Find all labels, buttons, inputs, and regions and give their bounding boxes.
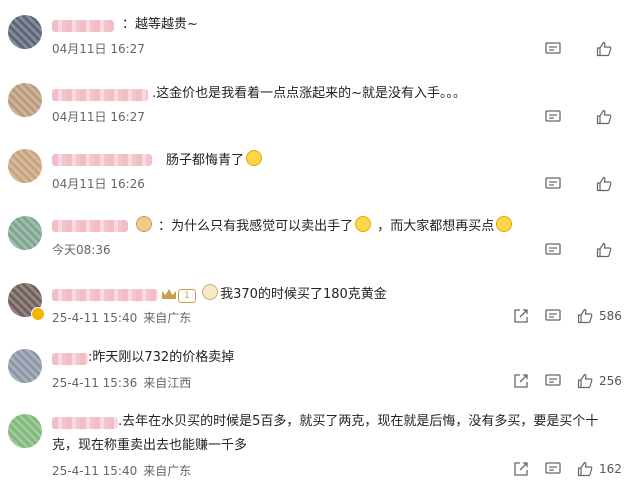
reply-button[interactable] <box>545 42 561 56</box>
smile-emoji-icon <box>355 216 372 232</box>
comment-meta: 今天08:36 <box>52 241 111 258</box>
thumbs-up-icon <box>596 41 612 57</box>
comment-meta: 04月11日 16:27 <box>52 40 145 57</box>
reply-button[interactable] <box>545 309 561 323</box>
avatar[interactable] <box>8 149 42 183</box>
username-blurred[interactable] <box>52 89 148 101</box>
comment-meta: 25-4-11 15:40 来自广东 <box>52 462 191 479</box>
badge-emoji-icon <box>136 216 152 232</box>
comment-time: 04月11日 16:27 <box>52 110 145 124</box>
like-button[interactable]: 256 <box>577 373 622 389</box>
comment-time: 今天08:36 <box>52 243 111 257</box>
thumbs-up-icon <box>577 373 593 389</box>
comment-text: ：越等越贵~ <box>122 17 198 32</box>
username-blurred[interactable] <box>52 154 152 166</box>
avatar[interactable] <box>8 349 42 383</box>
comment-text: 肠子都悔青了 <box>166 150 264 170</box>
comment-time: 25-4-11 15:40 <box>52 464 138 478</box>
reply-button[interactable] <box>545 177 561 191</box>
thumbs-up-icon <box>596 176 612 192</box>
like-count: 586 <box>599 309 622 323</box>
crying-emoji-icon <box>246 150 263 166</box>
share-icon <box>514 309 528 323</box>
like-button[interactable] <box>596 41 612 57</box>
comment-icon <box>545 243 561 255</box>
comment-item: :昨天刚以732的价格卖掉 25-4-11 15:36 来自江西 256 <box>0 340 640 400</box>
comment-meta: 25-4-11 15:36 来自江西 <box>52 374 191 391</box>
comment-meta: 25-4-11 15:40 来自广东 <box>52 309 191 326</box>
comment-text-content: 我370的时候买了180克黄金 <box>220 287 387 302</box>
comment-time: 04月11日 16:26 <box>52 177 145 191</box>
verified-badge-icon <box>31 307 45 321</box>
comment-icon <box>545 177 561 189</box>
comment-text: ：为什么只有我感觉可以卖出手了 ，而大家都想再买点 <box>134 216 514 236</box>
comment-text: :昨天刚以732的价格卖掉 <box>88 350 235 365</box>
like-button[interactable] <box>596 109 612 125</box>
username-blurred[interactable] <box>52 417 118 429</box>
comment-text: 1 我370的时候买了180克黄金 <box>162 284 387 304</box>
comment-icon <box>545 110 561 122</box>
avatar[interactable] <box>8 83 42 117</box>
share-button[interactable] <box>513 308 529 324</box>
comment-meta: 04月11日 16:27 <box>52 108 145 125</box>
comment-text-b: ，而大家都想再买点 <box>377 219 495 234</box>
like-button[interactable] <box>596 176 612 192</box>
comment-meta: 04月11日 16:26 <box>52 175 145 192</box>
comment-location: 来自广东 <box>143 464 192 478</box>
reply-button[interactable] <box>545 243 561 257</box>
like-button[interactable]: 162 <box>577 461 622 477</box>
avatar[interactable] <box>8 414 42 448</box>
comment-text-content: 肠子都悔青了 <box>166 153 245 168</box>
like-count: 162 <box>599 462 622 476</box>
comment-text: .这金价也是我看着一点点涨起来的~就是没有入手。。。 <box>152 86 467 101</box>
share-button[interactable] <box>513 461 529 477</box>
like-button[interactable] <box>596 242 612 258</box>
username-blurred[interactable] <box>52 220 128 232</box>
comment-icon <box>545 42 561 54</box>
avatar[interactable] <box>8 216 42 250</box>
share-icon <box>514 462 528 476</box>
reply-button[interactable] <box>545 462 561 476</box>
comment-location: 来自江西 <box>143 376 192 390</box>
comment-text-a: ：为什么只有我感觉可以卖出手了 <box>158 219 354 234</box>
comment-item: 1 我370的时候买了180克黄金 25-4-11 15:40 来自广东 586 <box>0 274 640 340</box>
avatar[interactable] <box>8 15 42 49</box>
username-blurred[interactable] <box>52 289 158 301</box>
like-count: 256 <box>599 374 622 388</box>
laugh-cry-emoji-icon <box>496 216 513 232</box>
comment-item: 肠子都悔青了 04月11日 16:26 <box>0 140 640 206</box>
comment-icon <box>545 374 561 386</box>
username-blurred[interactable] <box>52 20 114 32</box>
comment-time: 25-4-11 15:36 <box>52 376 138 390</box>
thumbs-up-icon <box>577 461 593 477</box>
comment-text-line1: .去年在水贝买的时候是5百多，就买了两克，现在就是后悔，没有多买，要是买个十 <box>118 414 599 429</box>
comment-location: 来自广东 <box>143 311 192 325</box>
comment-text-line2: 克，现在称重卖出去也能赚一千多 <box>52 438 248 453</box>
comment-item: ：为什么只有我感觉可以卖出手了 ，而大家都想再买点 今天08:36 <box>0 207 640 273</box>
thumbs-up-icon <box>596 242 612 258</box>
comment-item: .去年在水贝买的时候是5百多，就买了两克，现在就是后悔，没有多买，要是买个十 克… <box>0 402 640 491</box>
comment-time: 25-4-11 15:40 <box>52 311 138 325</box>
comment-icon <box>545 462 561 474</box>
thumbs-up-icon <box>577 308 593 324</box>
comment-list: ：越等越贵~ 04月11日 16:27 .这金价也是我看着一点点涨起来的~就是没… <box>0 0 640 491</box>
level-badge: 1 <box>178 289 196 303</box>
crown-icon <box>162 289 176 299</box>
share-icon <box>514 374 528 388</box>
username-blurred[interactable] <box>52 353 88 365</box>
comment-item: ：越等越贵~ 04月11日 16:27 <box>0 0 640 66</box>
cat-emoji-icon <box>202 284 219 300</box>
reply-button[interactable] <box>545 110 561 124</box>
share-button[interactable] <box>513 373 529 389</box>
thumbs-up-icon <box>596 109 612 125</box>
reply-button[interactable] <box>545 374 561 388</box>
comment-item: .这金价也是我看着一点点涨起来的~就是没有入手。。。 04月11日 16:27 <box>0 72 640 138</box>
like-button[interactable]: 586 <box>577 308 622 324</box>
comment-time: 04月11日 16:27 <box>52 42 145 56</box>
comment-icon <box>545 309 561 321</box>
